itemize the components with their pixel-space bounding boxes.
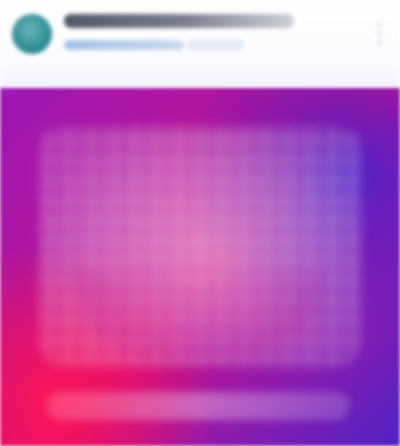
blurred-title: [64, 14, 294, 28]
post-header: [0, 0, 400, 88]
blurred-meta: [186, 40, 244, 50]
header-text: [64, 12, 314, 68]
blurred-media-preview[interactable]: [0, 88, 400, 446]
blurred-ui-screenshot: [0, 0, 400, 446]
blurred-subtitle: [64, 40, 184, 50]
blurred-bottom-strip: [46, 392, 350, 420]
avatar-icon[interactable]: [12, 14, 52, 54]
more-vertical-icon[interactable]: [376, 20, 382, 46]
